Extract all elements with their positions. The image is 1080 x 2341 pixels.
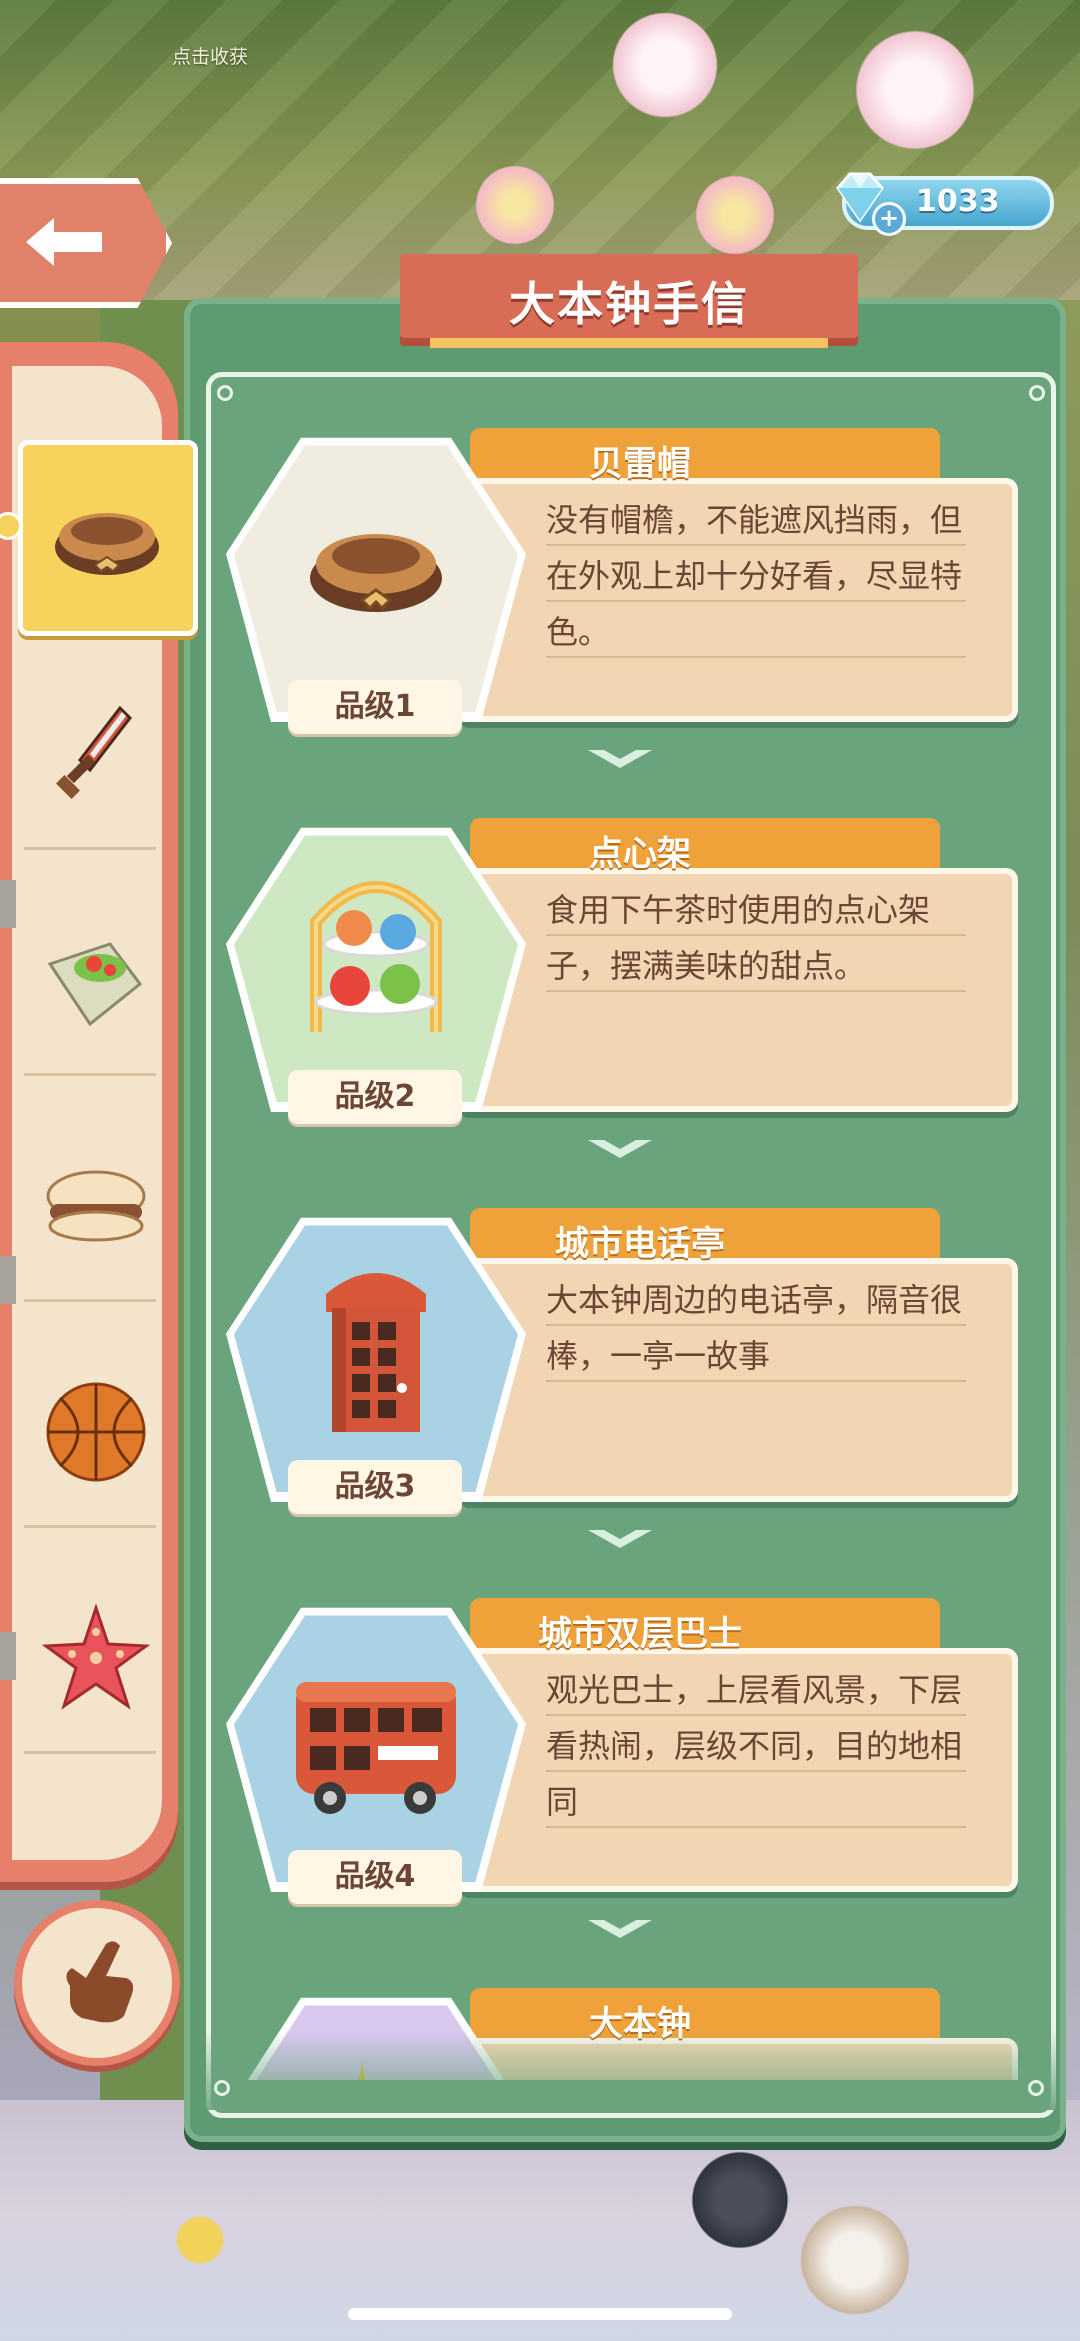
item-grade: 品级2: [288, 1070, 462, 1124]
item-grade: 品级1: [288, 680, 462, 734]
sidebar-item-dagger[interactable]: [16, 660, 176, 850]
add-currency-button[interactable]: +: [872, 202, 906, 236]
sidebar-notch: [0, 1632, 16, 1680]
chevron-down-icon: [588, 1920, 652, 1938]
item-description: 没有帽檐，不能遮风挡雨，但在外观上却十分好看，尽显特色。: [546, 492, 966, 660]
flower-decoration: [470, 160, 560, 250]
corner-dot: [1029, 385, 1045, 401]
phone-booth-icon: [326, 1273, 426, 1432]
item-name: 城市电话亭: [555, 1224, 725, 1264]
double-decker-bus-icon: [296, 1682, 456, 1814]
sidebar-item-wrap[interactable]: [16, 886, 176, 1076]
list-fade: [206, 2030, 1056, 2110]
diamond-currency[interactable]: + 1033: [836, 172, 1054, 236]
tap-to-harvest-hint[interactable]: 点击收获: [172, 42, 248, 69]
sidebar-item-basketball[interactable]: [16, 1338, 176, 1528]
burger-icon: [46, 1170, 146, 1242]
flower-decoration: [600, 10, 730, 120]
item-card[interactable]: 城市电话亭 大本钟周边的电话亭，隔音很棒，一亭一故事 品级3: [226, 1208, 1018, 1528]
flower-decoration: [840, 30, 990, 150]
corner-dot: [1028, 2080, 1044, 2096]
chevron-down-icon: [588, 1140, 652, 1158]
beret-icon: [310, 534, 442, 612]
chevron-down-icon: [588, 1530, 652, 1548]
item-name: 贝雷帽: [589, 444, 691, 484]
back-button[interactable]: [0, 178, 172, 308]
flower-decoration: [690, 170, 780, 260]
panel-title: 大本钟手信: [509, 277, 749, 331]
item-card[interactable]: 点心架 食用下午茶时使用的点心架子，摆满美味的甜点。 品级2: [226, 818, 1018, 1138]
cat-decoration: [790, 2200, 920, 2320]
back-arrow-icon: [26, 218, 102, 266]
dagger-icon: [55, 705, 132, 800]
hand-pointer-button[interactable]: [14, 1900, 180, 2066]
item-card[interactable]: 城市双层巴士 观光巴士，上层看风景，下层看热闹，层级不同，目的地相同 品级4: [226, 1598, 1018, 1918]
hand-pointer-icon: [66, 1941, 134, 2023]
item-grade: 品级4: [288, 1850, 462, 1904]
item-name: 点心架: [589, 834, 691, 874]
basketball-icon: [46, 1382, 146, 1482]
telescope-decoration: [680, 2150, 800, 2250]
title-ribbon: 大本钟手信: [378, 254, 880, 348]
sidebar-item-starfish[interactable]: [16, 1564, 176, 1754]
chevron-down-icon: [588, 750, 652, 768]
sidebar-notch: [0, 1256, 16, 1304]
home-indicator[interactable]: [348, 2308, 732, 2320]
item-description: 食用下午茶时使用的点心架子，摆满美味的甜点。: [546, 882, 966, 994]
corner-dot: [214, 2080, 230, 2096]
item-card[interactable]: 贝雷帽 没有帽檐，不能遮风挡雨，但在外观上却十分好看，尽显特色。 品级1: [226, 428, 1018, 748]
cake-stand-icon: [310, 881, 442, 1032]
currency-amount: 1033: [916, 184, 1000, 219]
beret-icon: [55, 513, 159, 575]
item-description: 大本钟周边的电话亭，隔音很棒，一亭一故事: [546, 1272, 966, 1384]
sidebar-notch: [0, 880, 16, 928]
corner-dot: [217, 385, 233, 401]
wrap-icon: [47, 942, 143, 1027]
item-grade: 品级3: [288, 1460, 462, 1514]
item-name: 城市双层巴士: [538, 1614, 742, 1654]
duck-decoration: [160, 2200, 240, 2280]
item-description: 观光巴士，上层看风景，下层看热闹，层级不同，目的地相同: [546, 1662, 966, 1830]
sidebar-item-beret[interactable]: [18, 440, 198, 636]
sidebar-item-burger[interactable]: [16, 1112, 176, 1302]
starfish-icon: [41, 1603, 151, 1710]
